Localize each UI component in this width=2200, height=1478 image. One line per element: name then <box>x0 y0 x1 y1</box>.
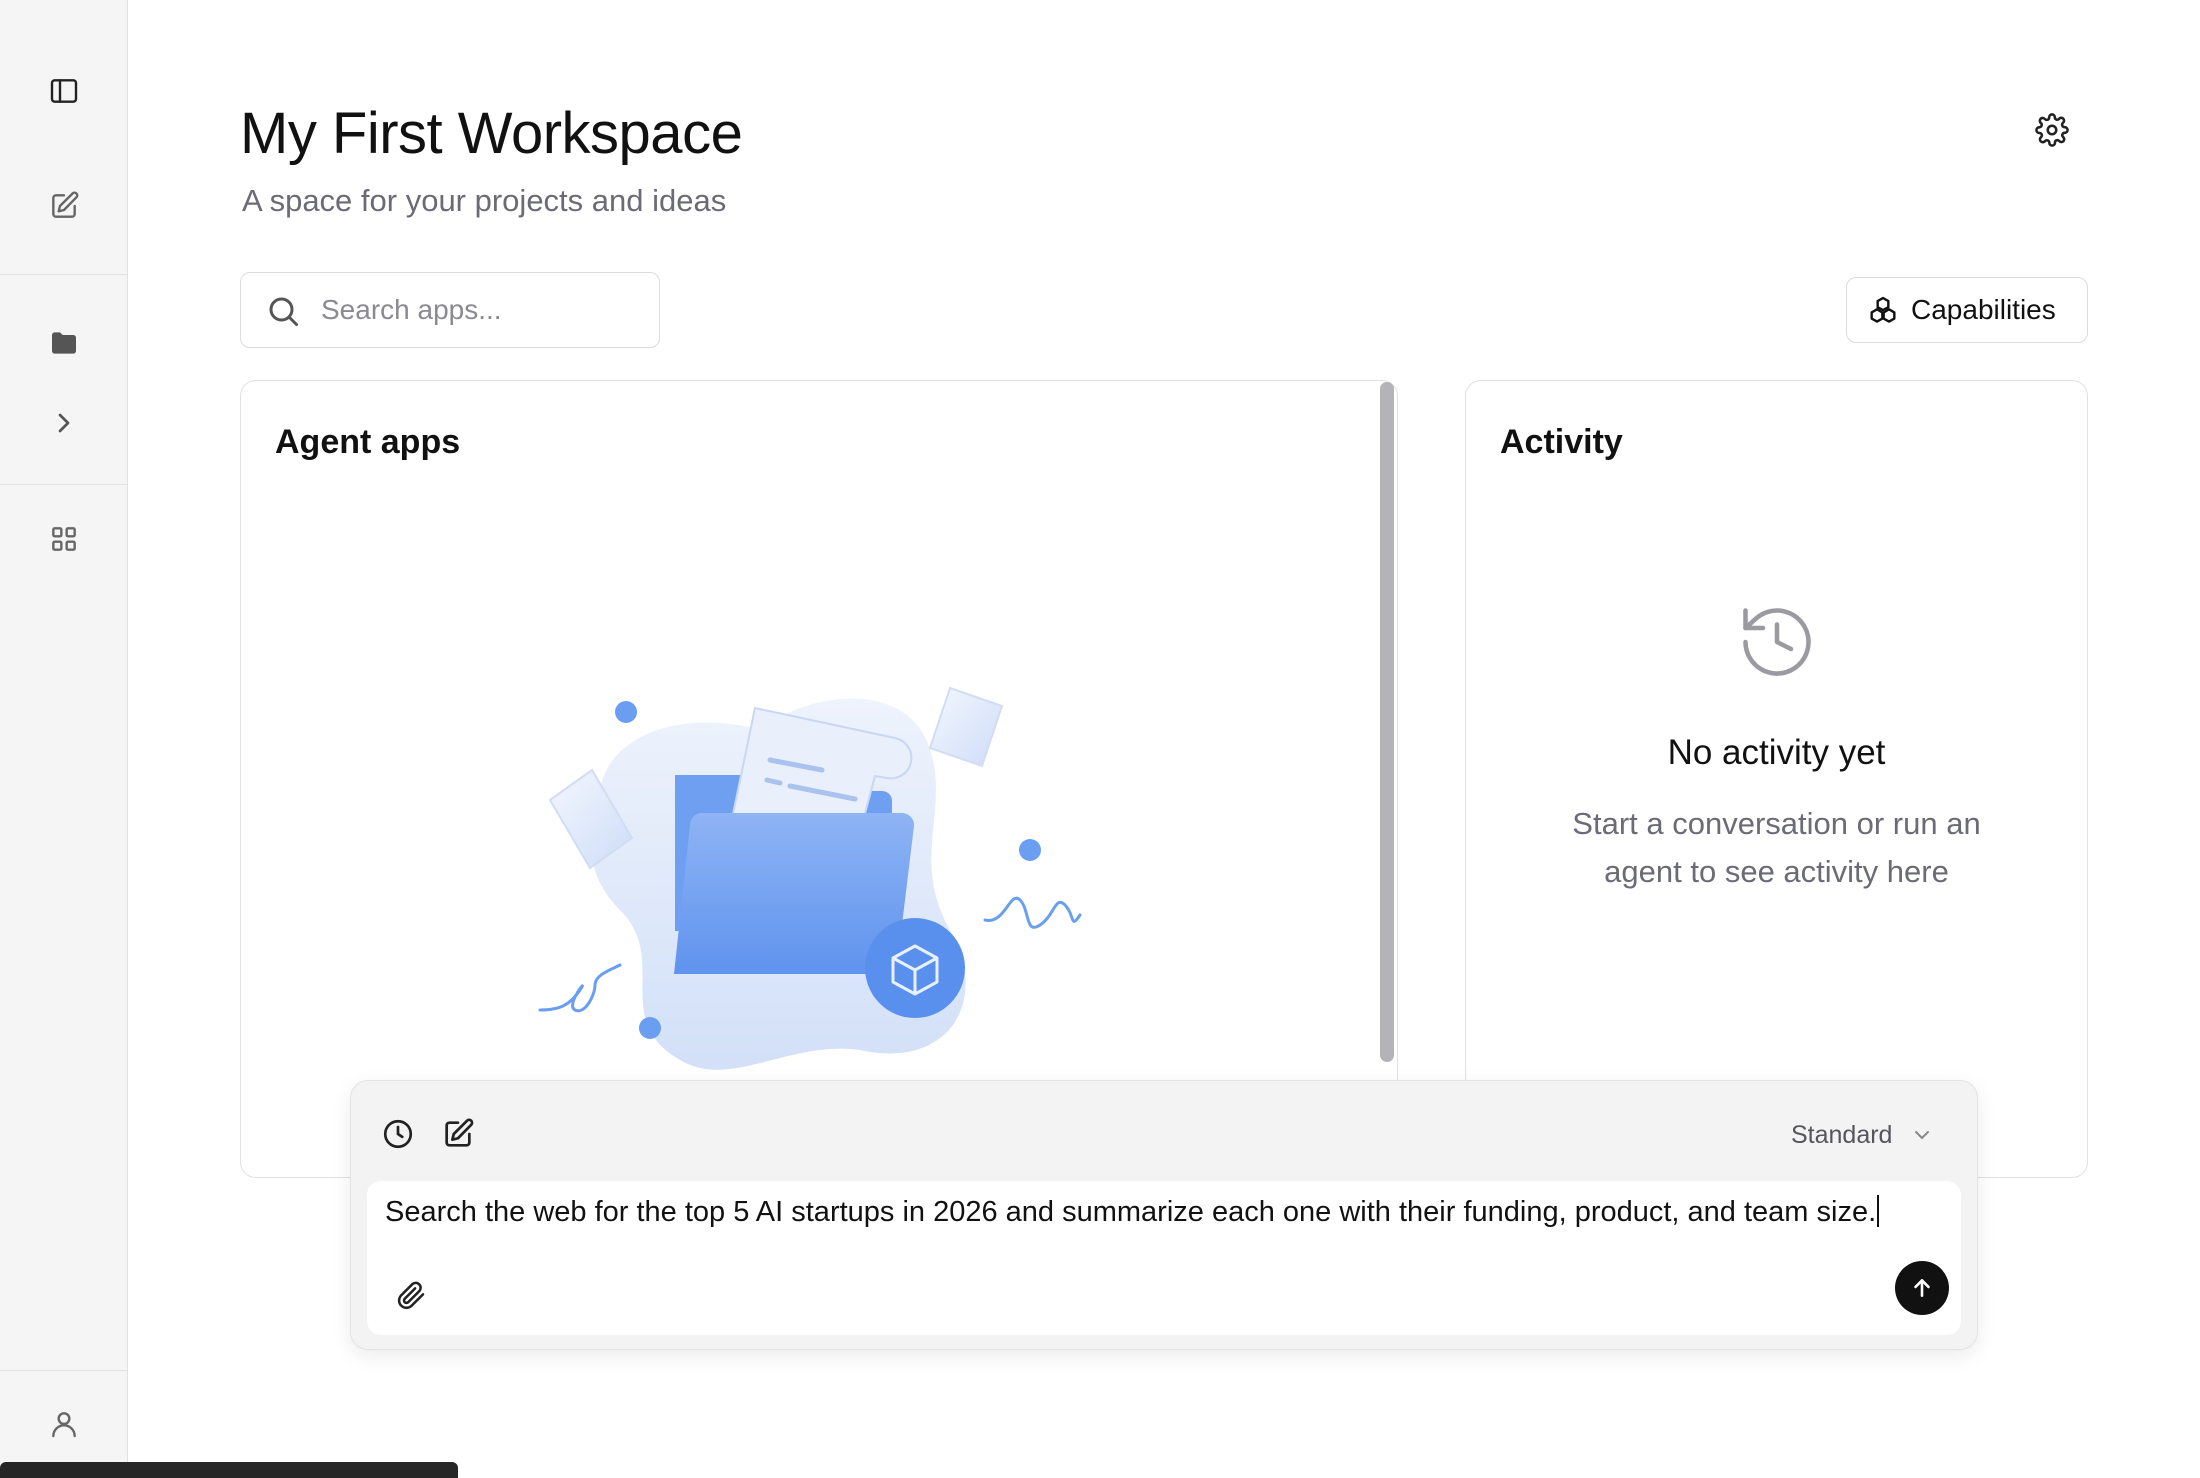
sidebar-divider <box>0 484 128 485</box>
gear-icon <box>2035 113 2069 147</box>
search-box <box>240 272 660 348</box>
search-input[interactable] <box>321 287 641 333</box>
agent-apps-scrollbar[interactable] <box>1380 382 1394 1062</box>
chevron-right-icon <box>58 413 70 433</box>
mode-select-value: Standard <box>1791 1120 1893 1149</box>
attach-button[interactable] <box>391 1275 431 1315</box>
agent-apps-title: Agent apps <box>275 423 461 461</box>
capabilities-label: Capabilities <box>1911 294 2056 325</box>
clock-icon <box>383 1119 413 1149</box>
folders-button[interactable] <box>34 313 94 373</box>
sidebar-divider <box>0 274 128 275</box>
folder-icon <box>52 332 76 354</box>
paperclip-icon <box>397 1281 425 1310</box>
activity-card: Activity <box>1465 380 2088 1178</box>
search-icon <box>269 297 298 326</box>
sidebar <box>0 0 128 1478</box>
activity-empty-description: Start a conversation or run an agent to … <box>1572 806 1981 889</box>
mode-select[interactable]: Standard <box>1791 1113 1934 1157</box>
prompt-input[interactable]: Search the web for the top 5 AI startups… <box>385 1195 1945 1229</box>
bottom-toolbar-strip <box>0 1462 458 1478</box>
blocks-icon <box>1870 296 1896 323</box>
account-button[interactable] <box>34 1394 94 1454</box>
history-icon <box>1743 608 1811 676</box>
history-button[interactable] <box>375 1111 421 1157</box>
activity-empty-title: No activity yet <box>1667 733 1886 772</box>
text-caret <box>1877 1195 1880 1227</box>
empty-folder-illustration <box>538 686 1082 1070</box>
grid-icon <box>52 527 76 551</box>
new-chat-button[interactable] <box>34 176 94 236</box>
new-prompt-button[interactable] <box>435 1111 481 1157</box>
prompt-text: Search the web for the top 5 AI startups… <box>385 1196 1877 1228</box>
chat-composer: Standard Search the web for the top 5 AI… <box>350 1080 1978 1350</box>
activity-title: Activity <box>1500 423 1623 461</box>
settings-button[interactable] <box>2028 106 2076 154</box>
arrow-up-icon <box>1914 1279 1930 1297</box>
expand-button[interactable] <box>34 393 94 453</box>
page-title: My First Workspace <box>240 101 743 166</box>
edit-icon <box>52 191 79 218</box>
sidebar-divider <box>0 1370 128 1371</box>
prompt-input-box[interactable]: Search the web for the top 5 AI startups… <box>367 1181 1961 1335</box>
panel-left-icon <box>50 79 78 103</box>
send-button[interactable] <box>1895 1261 1949 1315</box>
capabilities-button[interactable]: Capabilities <box>1846 277 2088 343</box>
page-subtitle: A space for your projects and ideas <box>242 183 727 218</box>
edit-icon <box>445 1118 474 1147</box>
workspace-app: My First Workspace A space for your proj… <box>0 0 2200 1478</box>
toggle-sidebar-button[interactable] <box>34 61 94 121</box>
user-icon <box>52 1412 76 1438</box>
chevron-down-icon <box>1915 1131 1930 1140</box>
apps-button[interactable] <box>34 509 94 569</box>
